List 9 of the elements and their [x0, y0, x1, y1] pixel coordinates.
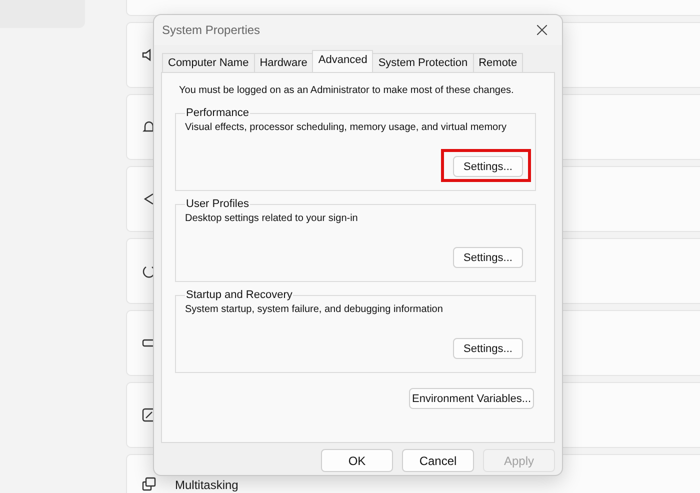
- group-title: User Profiles: [185, 198, 250, 210]
- group-title: Startup and Recovery: [185, 289, 294, 301]
- window-title: System Properties: [162, 23, 260, 37]
- notice-text: You must be logged on as an Administrator to make most of these changes.: [178, 84, 515, 98]
- group-description: Desktop settings related to your sign-in: [185, 212, 359, 226]
- group-description: System startup, system failure, and debugging information: [185, 303, 444, 317]
- card-title: Multitasking: [175, 478, 238, 493]
- group-description: Visual effects, processor scheduling, memory usage, and virtual memory: [185, 121, 508, 135]
- group-title: Performance: [185, 107, 250, 119]
